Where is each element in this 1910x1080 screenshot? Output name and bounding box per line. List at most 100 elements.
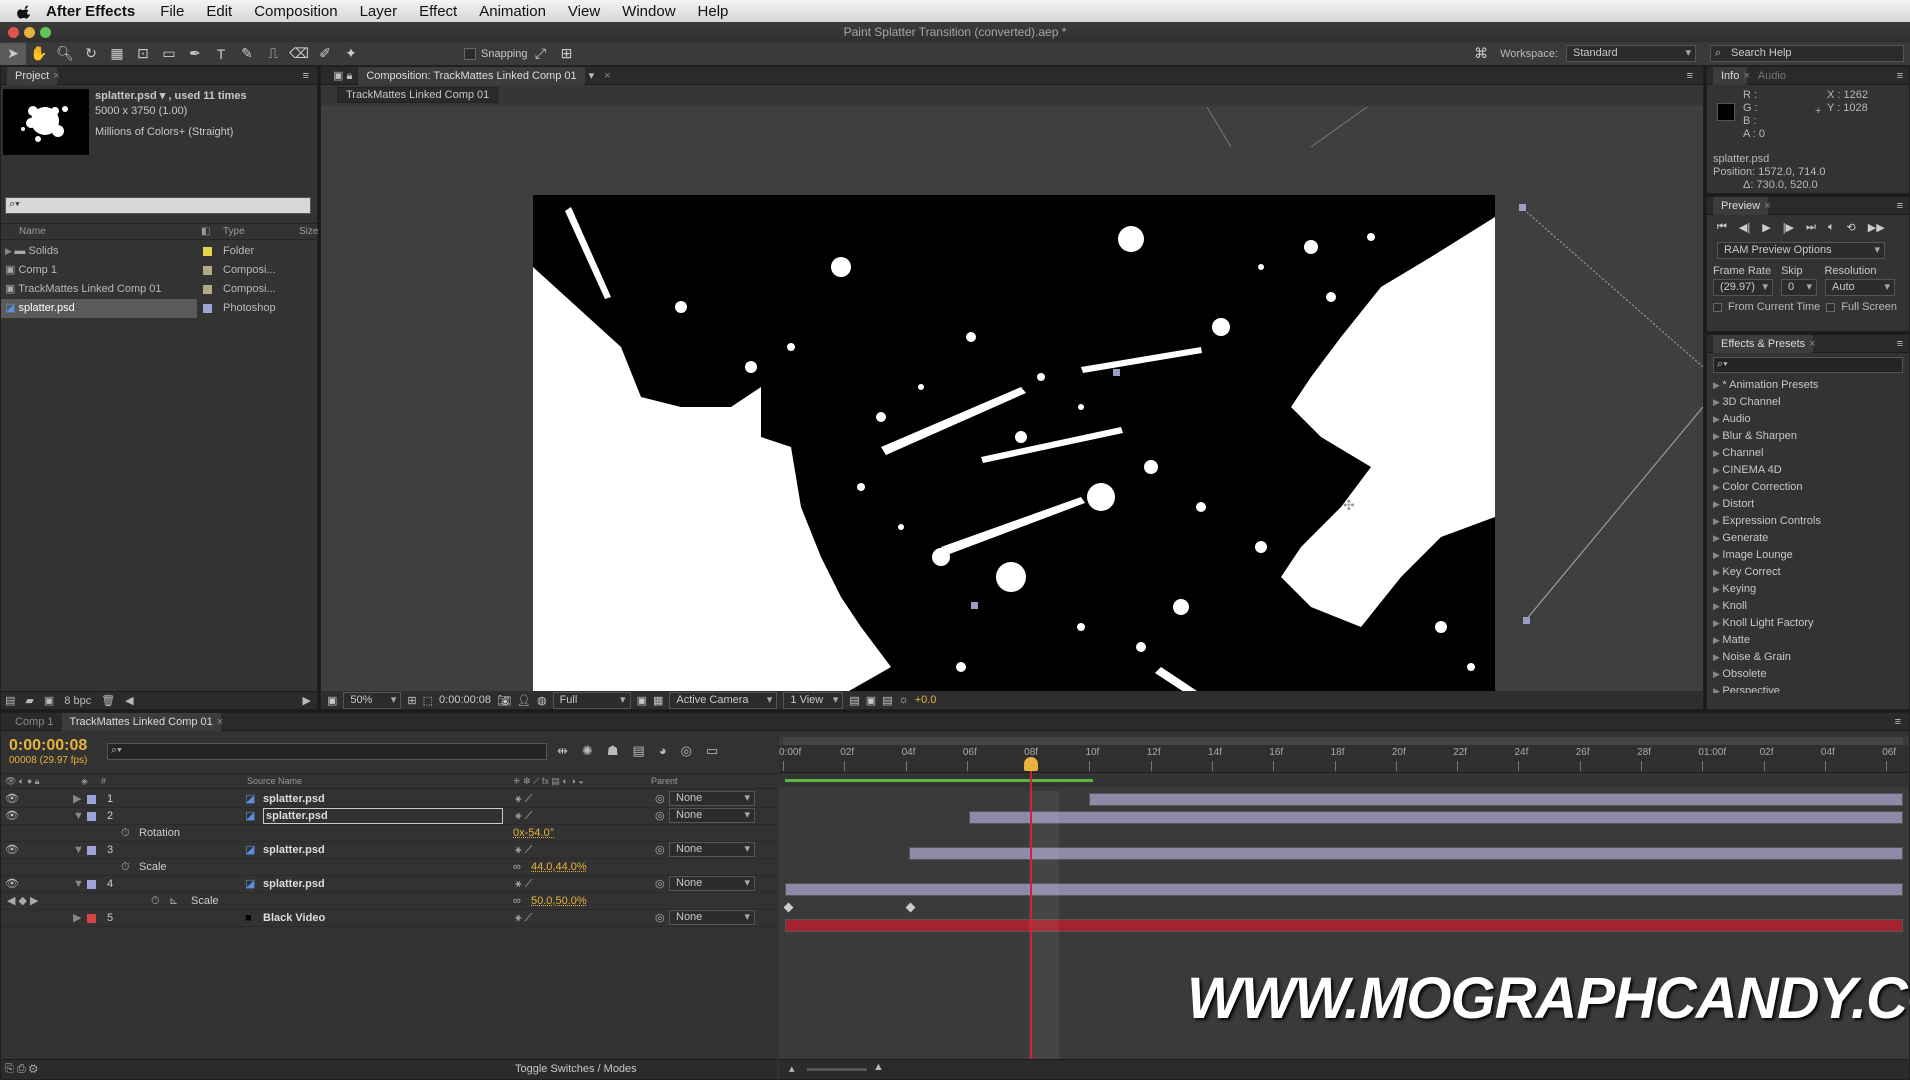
reset-exposure-icon[interactable]: ☼ xyxy=(899,694,909,706)
trash-icon[interactable]: 🗑︎ xyxy=(101,694,115,707)
comp-dropdown-icon[interactable]: ▾ xyxy=(589,69,595,82)
menu-window[interactable]: Window xyxy=(611,3,686,20)
layer-source-name[interactable]: splatter.psd xyxy=(263,791,325,807)
camera-select[interactable]: Active Camera xyxy=(669,691,778,709)
expand-triangle-icon[interactable]: ▶ xyxy=(1713,397,1722,407)
pen-tool-icon[interactable]: ✒ xyxy=(182,43,208,65)
play-icon[interactable]: ▶ xyxy=(1762,221,1770,234)
last-frame-icon[interactable]: ⏭ xyxy=(1806,221,1816,234)
layer-label-swatch[interactable] xyxy=(87,880,96,889)
close-tab-icon[interactable]: × xyxy=(53,70,59,82)
parent-select[interactable]: None xyxy=(669,910,755,925)
tab-trackmattes-comp[interactable]: TrackMattes Linked Comp 01 xyxy=(61,712,221,731)
zoom-tool-icon[interactable]: 🔍︎ xyxy=(52,43,78,65)
region-of-interest-icon[interactable]: ⬚ xyxy=(423,694,433,707)
graph-icon[interactable]: ⊾ xyxy=(169,893,178,909)
resolution-select[interactable]: Full xyxy=(552,691,631,709)
menu-animation[interactable]: Animation xyxy=(468,3,557,20)
pick-whip-icon[interactable]: ◎ xyxy=(655,876,665,892)
skip-select[interactable]: 0 xyxy=(1781,279,1817,296)
layer-row[interactable]: 👁︎ ▼ 4 ◪ splatter.psd ⚹ ⟋ ◎ None xyxy=(1,876,777,893)
panel-menu-icon[interactable]: ≡ xyxy=(1897,338,1903,350)
close-tab-icon[interactable]: × xyxy=(604,70,610,82)
visibility-eye-icon[interactable]: 👁︎ xyxy=(5,842,19,858)
fast-previews-icon[interactable]: ▣ xyxy=(637,694,647,707)
minimize-window-button[interactable] xyxy=(24,27,35,38)
expand-triangle-icon[interactable]: ▶ xyxy=(1713,601,1722,611)
parent-select[interactable]: None xyxy=(669,876,755,891)
label-color-swatch[interactable] xyxy=(203,304,212,313)
tab-audio[interactable]: Audio xyxy=(1750,67,1794,85)
snapping-checkbox[interactable] xyxy=(464,47,476,60)
expand-triangle-icon[interactable]: ▼ xyxy=(73,842,84,858)
expand-panes-icon[interactable]: ⎘ ⎙ ⚙ xyxy=(5,1063,38,1076)
expand-triangle-icon[interactable]: ▶ xyxy=(1713,431,1722,441)
column-name[interactable]: Name xyxy=(19,224,46,240)
project-item[interactable]: ▣ Comp 1 Composi... xyxy=(1,261,317,280)
property-value[interactable]: 44.0,44.0% xyxy=(531,859,587,875)
expand-triangle-icon[interactable]: ▶ xyxy=(73,910,81,926)
expand-triangle-icon[interactable]: ▶ xyxy=(1713,499,1722,509)
zoom-window-button[interactable] xyxy=(40,27,51,38)
layer-row[interactable]: 👁︎ ▼ 3 ◪ splatter.psd ⚹ ⟋ ◎ None xyxy=(1,842,777,859)
layer-label-swatch[interactable] xyxy=(87,795,96,804)
from-current-time-checkbox[interactable] xyxy=(1713,302,1722,312)
layer-duration-bar[interactable] xyxy=(969,811,1903,824)
panel-menu-icon[interactable]: ≡ xyxy=(1897,200,1903,212)
layer-row[interactable]: 👁︎ ▶ 1 ◪ splatter.psd ⚹ ⟋ ◎ None xyxy=(1,791,777,808)
menu-composition[interactable]: Composition xyxy=(243,3,348,20)
keyframe-navigator-icon[interactable]: ◀ ◆ ▶ xyxy=(7,893,39,909)
layer-source-name[interactable]: splatter.psd xyxy=(263,808,503,824)
property-value[interactable]: 0x-54.0° xyxy=(513,825,554,841)
effect-category[interactable]: ▶ Noise & Grain xyxy=(1707,649,1909,666)
exposure-value[interactable]: +0.0 xyxy=(915,694,937,706)
eraser-tool-icon[interactable]: ⌫ xyxy=(286,43,312,65)
resolution-select[interactable]: Auto xyxy=(1825,279,1895,296)
pick-whip-icon[interactable]: ◎ xyxy=(655,808,665,824)
menu-layer[interactable]: Layer xyxy=(349,3,409,20)
workspace-select[interactable]: Standard xyxy=(1566,45,1696,62)
always-preview-icon[interactable]: ▣ xyxy=(327,694,337,707)
time-zoom-slider[interactable] xyxy=(807,1068,867,1071)
close-tab-icon[interactable]: × xyxy=(217,716,223,728)
layer-duration-bar[interactable] xyxy=(785,883,1903,896)
playhead-line[interactable] xyxy=(1030,759,1032,1077)
menu-edit[interactable]: Edit xyxy=(195,3,243,20)
previous-frame-icon[interactable]: ◀| xyxy=(1739,221,1750,234)
toggle-pixel-aspect-icon[interactable]: ▤ xyxy=(849,694,859,707)
type-tool-icon[interactable]: T xyxy=(208,43,234,65)
property-value[interactable]: 50.0,50.0% xyxy=(531,893,587,909)
close-window-button[interactable] xyxy=(8,27,19,38)
expand-triangle-icon[interactable]: ▶ xyxy=(1713,380,1722,390)
expand-triangle-icon[interactable]: ▼ xyxy=(73,876,84,892)
column-source-name[interactable]: Source Name xyxy=(247,774,302,789)
layer-label-swatch[interactable] xyxy=(87,812,96,821)
effect-category[interactable]: ▶ Distort xyxy=(1707,496,1909,513)
effect-category[interactable]: ▶ Matte xyxy=(1707,632,1909,649)
link-icon[interactable]: ∞ xyxy=(513,859,521,875)
parent-select[interactable]: None xyxy=(669,808,755,823)
label-color-swatch[interactable] xyxy=(203,247,212,256)
tab-preview[interactable]: Preview xyxy=(1713,196,1769,215)
effect-category[interactable]: ▶ Blur & Sharpen xyxy=(1707,428,1909,445)
pick-whip-icon[interactable]: ◎ xyxy=(655,791,665,807)
label-column-icon[interactable]: ◧ xyxy=(201,224,210,240)
zoom-out-icon[interactable]: ▴ xyxy=(789,1062,795,1075)
panel-menu-icon[interactable]: ≡ xyxy=(1687,70,1693,82)
playhead-handle-icon[interactable] xyxy=(1024,757,1038,771)
effect-category[interactable]: ▶ Knoll Light Factory xyxy=(1707,615,1909,632)
toggle-switches-modes-button[interactable]: Toggle Switches / Modes xyxy=(515,1063,637,1075)
show-snapshot-icon[interactable]: 👤︎ xyxy=(517,694,531,707)
tab-composition[interactable]: Composition: TrackMattes Linked Comp 01 xyxy=(358,66,585,85)
label-color-swatch[interactable] xyxy=(203,266,212,275)
shy-layers-icon[interactable]: ☗ xyxy=(607,743,619,759)
work-area-bar[interactable] xyxy=(783,737,1903,745)
project-item[interactable]: ▶ ▬ Solids Folder xyxy=(1,242,317,261)
layer-source-name[interactable]: splatter.psd xyxy=(263,876,325,892)
expand-triangle-icon[interactable]: ▶ xyxy=(1713,465,1722,475)
stopwatch-icon[interactable]: ⏱︎ xyxy=(121,859,130,875)
expand-triangle-icon[interactable]: ▶ xyxy=(1713,618,1722,628)
interpret-footage-icon[interactable]: ▤ xyxy=(5,694,15,707)
roto-brush-tool-icon[interactable]: ✐ xyxy=(312,43,338,65)
breadcrumb[interactable]: TrackMattes Linked Comp 01 xyxy=(337,87,499,103)
